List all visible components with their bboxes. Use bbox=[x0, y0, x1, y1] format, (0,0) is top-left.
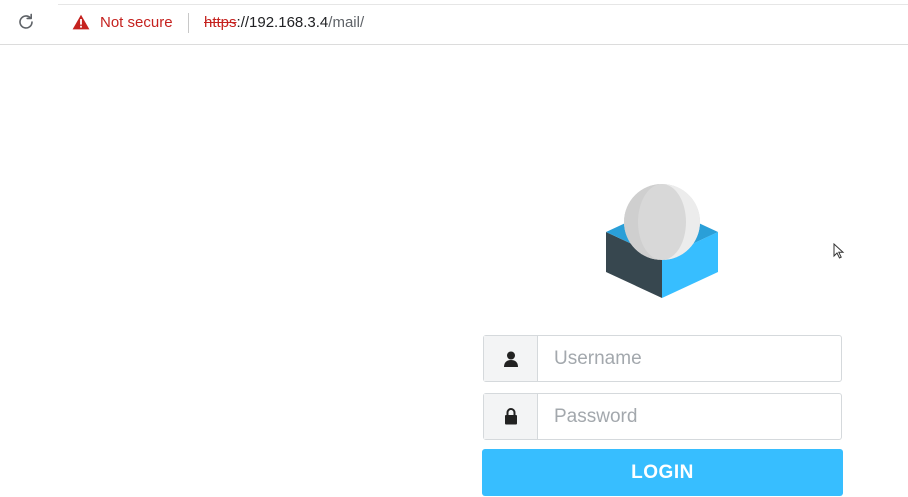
username-icon-box bbox=[484, 336, 538, 381]
user-icon bbox=[503, 351, 518, 367]
username-input[interactable] bbox=[538, 336, 841, 381]
mouse-cursor-icon bbox=[833, 243, 845, 259]
password-icon-box bbox=[484, 394, 538, 439]
url-scheme: https bbox=[204, 14, 237, 31]
address-separator bbox=[188, 13, 189, 33]
address-bar[interactable]: Not secure https://192.168.3.4/mail/ bbox=[58, 4, 908, 40]
browser-toolbar: Not secure https://192.168.3.4/mail/ bbox=[0, 0, 908, 45]
username-field[interactable] bbox=[483, 335, 842, 382]
page: Not secure https://192.168.3.4/mail/ Use… bbox=[0, 0, 908, 497]
security-status[interactable]: Not secure bbox=[100, 14, 173, 31]
url-path: /mail/ bbox=[328, 14, 365, 31]
password-field[interactable] bbox=[483, 393, 842, 440]
url-host: ://192.168.3.4 bbox=[236, 14, 329, 31]
lock-icon bbox=[504, 408, 517, 425]
warning-triangle-icon[interactable] bbox=[72, 14, 90, 30]
reload-icon[interactable] bbox=[16, 12, 36, 32]
url-text[interactable]: https://192.168.3.4/mail/ bbox=[204, 14, 364, 31]
login-button[interactable]: LOGIN bbox=[482, 449, 843, 496]
app-logo bbox=[606, 184, 718, 298]
password-input[interactable] bbox=[538, 394, 841, 439]
